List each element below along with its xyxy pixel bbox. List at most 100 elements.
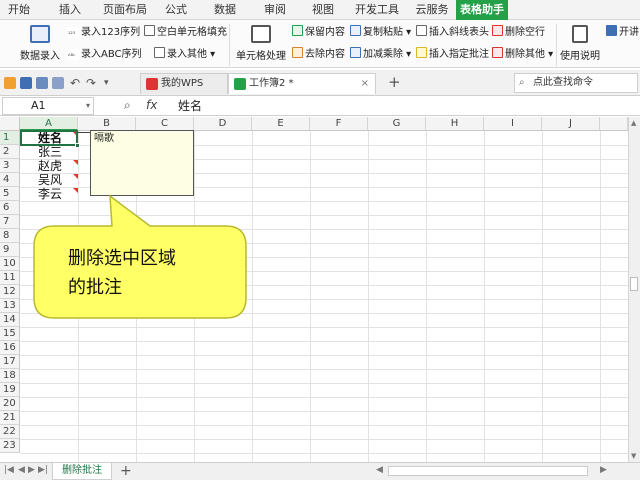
scroll-right-icon[interactable]: ▶ — [600, 465, 607, 475]
row-header[interactable]: 15 — [0, 327, 20, 341]
name-box[interactable]: A1 ▾ — [2, 97, 94, 115]
row-header[interactable]: 5 — [0, 187, 20, 201]
column-header[interactable]: D — [194, 117, 252, 131]
scroll-thumb[interactable] — [630, 277, 638, 291]
row-header[interactable]: 21 — [0, 411, 20, 425]
cell-a4[interactable]: 吴风 — [38, 173, 62, 187]
first-sheet-icon[interactable]: |◀ — [4, 465, 14, 475]
zoom-icon[interactable]: ⌕ — [124, 98, 131, 113]
redo-icon[interactable]: ↷ — [86, 77, 98, 89]
save-icon[interactable] — [20, 77, 32, 89]
open-folder-icon[interactable] — [4, 77, 16, 89]
keep-content-button[interactable]: 保留内容 — [292, 25, 345, 41]
fx-icon[interactable]: fx — [146, 98, 157, 112]
tab-page-layout[interactable]: 页面布局 — [100, 0, 150, 20]
column-header-partial[interactable] — [600, 117, 628, 131]
usage-guide-button[interactable]: 使用说明 — [558, 22, 602, 68]
cell-a5[interactable]: 李云 — [38, 187, 62, 201]
row-header[interactable]: 18 — [0, 369, 20, 383]
column-header[interactable]: B — [78, 117, 136, 131]
tab-view[interactable]: 视图 — [304, 0, 342, 20]
enter-123-button[interactable]: ¹²³ 录入123序列 — [68, 25, 140, 41]
copy-paste-button[interactable]: 复制粘贴 ▾ — [350, 25, 411, 41]
column-header[interactable]: A — [20, 117, 78, 131]
column-header[interactable]: J — [542, 117, 600, 131]
data-entry-button[interactable]: 数据录入 — [18, 22, 62, 68]
row-header[interactable]: 22 — [0, 425, 20, 439]
row-header[interactable]: 3 — [0, 159, 20, 173]
row-header[interactable]: 16 — [0, 341, 20, 355]
cell-processing-button[interactable]: 单元格处理 — [236, 22, 286, 68]
delete-blank-rows-button[interactable]: 删除空行 — [492, 25, 545, 41]
scroll-left-icon[interactable]: ◀ — [376, 465, 383, 475]
row-header[interactable]: 2 — [0, 145, 20, 159]
column-header[interactable]: F — [310, 117, 368, 131]
comment-box[interactable]: 嗝歌 — [90, 130, 194, 196]
document-tab-bar: ↶ ↷ ▾ 我的WPS 工作簿2 * × + ⌕ 点此查找命令 — [0, 70, 640, 96]
new-tab-button[interactable]: + — [388, 73, 401, 91]
open-button[interactable]: 开讲 — [606, 25, 639, 41]
column-header[interactable]: G — [368, 117, 426, 131]
chevron-down-icon[interactable]: ▾ — [86, 98, 90, 114]
tab-my-wps[interactable]: 我的WPS — [140, 73, 228, 94]
insert-diagonal-header-button[interactable]: 插入斜线表头 — [416, 25, 489, 41]
preview-icon[interactable] — [52, 77, 64, 89]
row-header[interactable]: 8 — [0, 229, 20, 243]
horizontal-scrollbar[interactable] — [388, 466, 588, 476]
formula-input[interactable]: 姓名 — [178, 96, 202, 116]
print-icon[interactable] — [36, 77, 48, 89]
blank-cell-fill-button[interactable]: 空白单元格填充 — [144, 25, 227, 41]
find-command-input[interactable]: ⌕ 点此查找命令 — [514, 73, 638, 93]
cell-a3[interactable]: 赵虎 — [38, 159, 62, 173]
row-header[interactable]: 23 — [0, 439, 20, 453]
sheet-tab[interactable]: 删除批注 — [52, 463, 112, 480]
row-header[interactable]: 13 — [0, 299, 20, 313]
cell-a2[interactable]: 张三 — [38, 145, 62, 159]
tab-home[interactable]: 开始 — [0, 0, 38, 20]
row-header[interactable]: 14 — [0, 313, 20, 327]
tab-developer[interactable]: 开发工具 — [350, 0, 404, 20]
close-icon[interactable]: × — [361, 74, 369, 94]
tab-review[interactable]: 审阅 — [256, 0, 294, 20]
row-header[interactable]: 4 — [0, 173, 20, 187]
row-header[interactable]: 20 — [0, 397, 20, 411]
scroll-down-icon[interactable]: ▼ — [631, 452, 636, 460]
tab-table-assistant[interactable]: 表格助手 — [456, 0, 508, 20]
last-sheet-icon[interactable]: ▶| — [38, 465, 48, 475]
enter-other-button[interactable]: 录入其他 ▾ — [154, 47, 215, 63]
column-header[interactable]: C — [136, 117, 194, 131]
delete-rows-icon — [492, 25, 503, 36]
next-sheet-icon[interactable]: ▶ — [28, 465, 35, 475]
prev-sheet-icon[interactable]: ◀ — [18, 465, 25, 475]
row-header[interactable]: 6 — [0, 201, 20, 215]
delete-other-button[interactable]: 删除其他 ▾ — [492, 47, 553, 63]
undo-icon[interactable]: ↶ — [70, 77, 82, 89]
tab-workbook[interactable]: 工作簿2 * × — [228, 73, 376, 94]
remove-content-button[interactable]: 去除内容 — [292, 47, 345, 63]
tab-formulas[interactable]: 公式 — [158, 0, 194, 20]
scroll-up-icon[interactable]: ▲ — [631, 119, 636, 127]
vertical-scrollbar[interactable]: ▲ ▼ — [628, 117, 640, 462]
add-sub-mul-div-button[interactable]: 加减乘除 ▾ — [350, 47, 411, 63]
column-header[interactable]: H — [426, 117, 484, 131]
row-header[interactable]: 10 — [0, 257, 20, 271]
row-header[interactable]: 9 — [0, 243, 20, 257]
insert-comment-button[interactable]: 插入指定批注 — [416, 47, 489, 63]
add-sheet-button[interactable]: + — [120, 463, 132, 479]
select-all-corner[interactable] — [0, 117, 20, 131]
tab-cloud[interactable]: 云服务 — [410, 0, 454, 20]
column-header[interactable]: E — [252, 117, 310, 131]
gridline — [20, 355, 628, 356]
row-header[interactable]: 7 — [0, 215, 20, 229]
row-header[interactable]: 17 — [0, 355, 20, 369]
row-header[interactable]: 1 — [0, 131, 20, 145]
enter-abc-button[interactable]: ᴬᴮᶜ 录入ABC序列 — [68, 47, 142, 63]
row-header[interactable]: 11 — [0, 271, 20, 285]
tab-insert[interactable]: 插入 — [50, 0, 90, 20]
row-header[interactable]: 19 — [0, 383, 20, 397]
row-header[interactable]: 12 — [0, 285, 20, 299]
customize-dropdown-icon[interactable]: ▾ — [104, 77, 116, 89]
column-header[interactable]: I — [484, 117, 542, 131]
fill-handle[interactable] — [75, 143, 80, 148]
tab-data[interactable]: 数据 — [206, 0, 244, 20]
